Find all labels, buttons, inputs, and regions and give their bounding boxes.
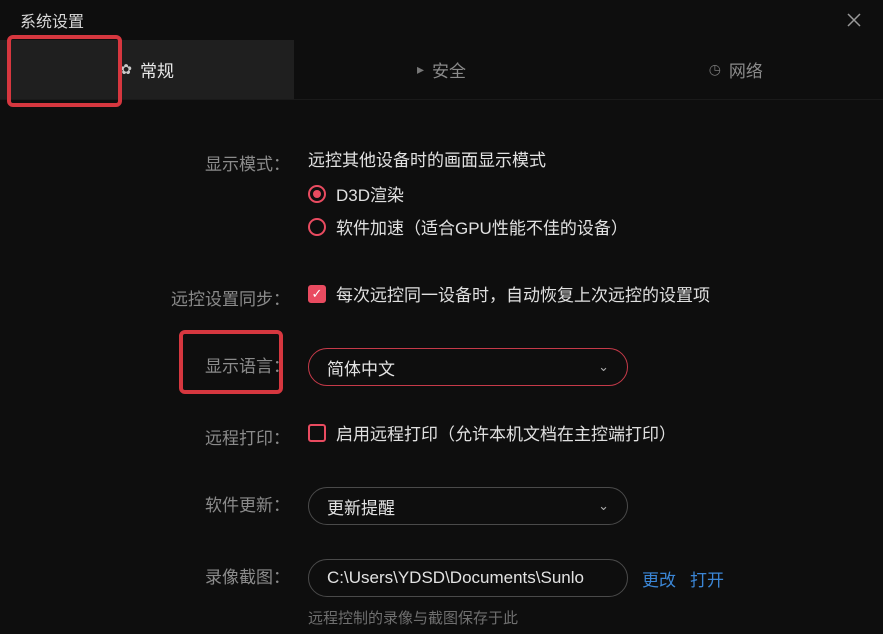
checkbox-checked-icon: ✓ [308,285,326,303]
label-display-mode: 显示模式： [20,146,308,175]
flag-icon: ▸ [417,61,424,78]
window-title: 系统设置 [20,8,84,32]
label-update: 软件更新： [20,487,308,516]
record-path: C:\Users\YDSD\Documents\Sunlo [327,568,584,588]
remote-print-text: 启用远程打印（允许本机文档在主控端打印） [336,420,676,445]
record-path-box[interactable]: C:\Users\YDSD\Documents\Sunlo [308,559,628,597]
radio-d3d-label: D3D渲染 [336,181,404,206]
record-hint: 远程控制的录像与截图保存于此 [308,607,863,628]
chevron-down-icon: ⌄ [598,498,609,514]
tabs: ✿ 常规 ▸ 安全 ◷ 网络 [0,40,883,100]
tab-network[interactable]: ◷ 网络 [589,40,883,99]
label-remote-print: 远程打印： [20,420,308,449]
language-select[interactable]: 简体中文 ⌄ [308,348,628,386]
label-sync: 远控设置同步： [20,281,308,310]
tab-general-label: 常规 [140,57,174,82]
label-language: 显示语言： [20,348,308,377]
radio-d3d[interactable]: D3D渲染 [308,181,863,206]
checkbox-remote-print[interactable]: 启用远程打印（允许本机文档在主控端打印） [308,420,863,445]
update-value: 更新提醒 [327,494,395,519]
tab-network-label: 网络 [729,57,763,82]
tab-security[interactable]: ▸ 安全 [294,40,588,99]
tab-general[interactable]: ✿ 常规 [0,40,294,99]
checkbox-sync[interactable]: ✓ 每次远控同一设备时，自动恢复上次远控的设置项 [308,281,863,306]
gear-icon: ✿ [120,61,132,78]
tab-security-label: 安全 [432,57,466,82]
checkbox-unchecked-icon [308,424,326,442]
content-area: 显示模式： 远控其他设备时的画面显示模式 D3D渲染 软件加速（适合GPU性能不… [0,100,883,634]
display-mode-desc: 远控其他设备时的画面显示模式 [308,146,863,171]
change-link[interactable]: 更改 [642,566,676,591]
update-select[interactable]: 更新提醒 ⌄ [308,487,628,525]
radio-unchecked-icon [308,218,326,236]
close-icon[interactable] [839,5,869,35]
label-record: 录像截图： [20,559,308,588]
open-link[interactable]: 打开 [690,566,724,591]
language-value: 简体中文 [327,355,395,380]
radio-checked-icon [308,185,326,203]
radio-software-label: 软件加速（适合GPU性能不佳的设备） [336,214,628,239]
globe-icon: ◷ [709,61,721,78]
titlebar: 系统设置 [0,0,883,40]
sync-text: 每次远控同一设备时，自动恢复上次远控的设置项 [336,281,710,306]
chevron-down-icon: ⌄ [598,359,609,375]
radio-software[interactable]: 软件加速（适合GPU性能不佳的设备） [308,214,863,239]
